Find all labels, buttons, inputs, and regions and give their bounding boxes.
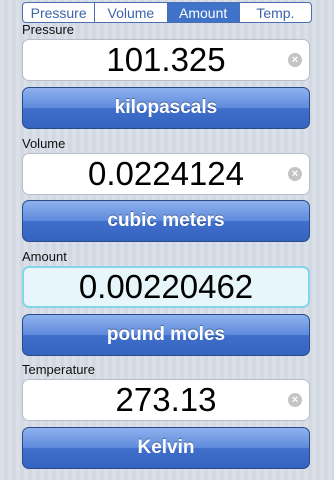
temperature-field[interactable]: 273.13 × <box>22 379 310 421</box>
tab-amount[interactable]: Amount <box>167 3 240 22</box>
temperature-value: 273.13 <box>115 381 217 418</box>
volume-unit-button[interactable]: cubic meters <box>22 200 310 242</box>
tab-volume[interactable]: Volume <box>95 3 168 22</box>
pressure-field[interactable]: 101.325 × <box>22 39 310 81</box>
amount-label: Amount <box>22 249 67 264</box>
volume-value: 0.0224124 <box>88 155 244 192</box>
clear-icon[interactable]: × <box>288 393 302 407</box>
pressure-label: Pressure <box>22 22 75 37</box>
volume-field[interactable]: 0.0224124 × <box>22 153 310 195</box>
amount-value: 0.00220462 <box>78 268 254 305</box>
tab-pressure[interactable]: Pressure <box>23 3 96 22</box>
pressure-unit-button[interactable]: kilopascals <box>22 87 310 129</box>
segmented-control: Pressure Volume Amount Temp. <box>22 2 312 23</box>
pressure-value: 101.325 <box>106 41 226 78</box>
clear-icon[interactable]: × <box>288 167 302 181</box>
amount-unit-button[interactable]: pound moles <box>22 314 310 356</box>
clear-icon[interactable]: × <box>288 53 302 67</box>
amount-field[interactable]: 0.00220462 <box>22 266 310 308</box>
volume-label: Volume <box>22 136 66 151</box>
temperature-label: Temperature <box>22 362 95 377</box>
tab-temperature[interactable]: Temp. <box>240 3 311 22</box>
temperature-unit-button[interactable]: Kelvin <box>22 427 310 469</box>
